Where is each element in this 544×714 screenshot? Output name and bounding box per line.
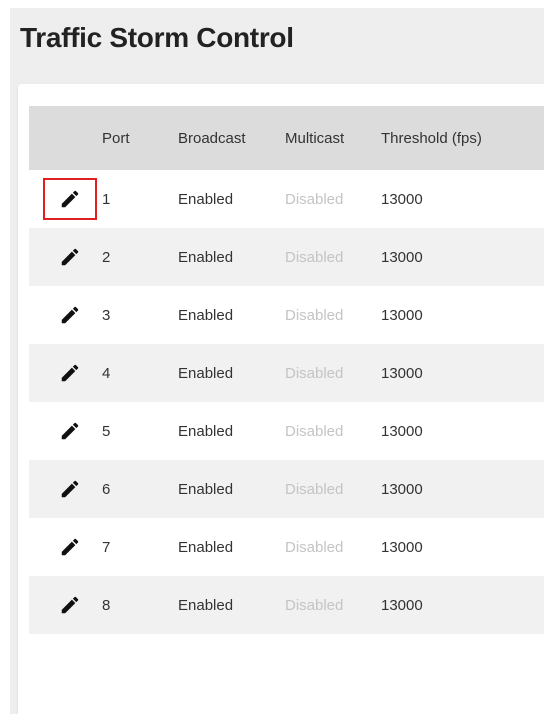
header-broadcast[interactable]: Broadcast [178, 130, 285, 147]
page-title: Traffic Storm Control [20, 22, 294, 53]
storm-control-table: Port Broadcast Multicast Threshold (fps)… [29, 106, 544, 634]
cell-broadcast: Enabled [178, 422, 234, 440]
table-header: Port Broadcast Multicast Threshold (fps) [29, 106, 544, 170]
header-port[interactable]: Port [102, 130, 178, 147]
edit-button[interactable] [43, 468, 97, 510]
table-row: 3 Enabled Disabled 13000 [29, 286, 544, 344]
cell-multicast: Disabled [285, 364, 344, 382]
table-row: 2 Enabled Disabled 13000 [29, 228, 544, 286]
cell-threshold: 13000 [381, 480, 423, 498]
edit-button[interactable] [43, 526, 97, 568]
cell-multicast: Disabled [285, 306, 344, 324]
pencil-icon [61, 422, 79, 440]
cell-broadcast: Enabled [178, 364, 234, 382]
pencil-icon [61, 480, 79, 498]
cell-port: 3 [102, 306, 111, 324]
header-threshold[interactable]: Threshold (fps) [381, 130, 531, 147]
cell-port: 5 [102, 422, 111, 440]
table-row: 1 Enabled Disabled 13000 [29, 170, 544, 228]
cell-threshold: 13000 [381, 364, 423, 382]
edit-button[interactable] [43, 178, 97, 220]
cell-port: 6 [102, 480, 111, 498]
edit-button[interactable] [43, 584, 97, 626]
cell-multicast: Disabled [285, 248, 344, 266]
cell-multicast: Disabled [285, 538, 344, 556]
cell-multicast: Disabled [285, 190, 344, 208]
page-background: Traffic Storm Control Port Broadcast Mul… [10, 8, 544, 714]
cell-threshold: 13000 [381, 596, 423, 614]
cell-port: 7 [102, 538, 111, 556]
cell-multicast: Disabled [285, 480, 344, 498]
pencil-icon [61, 190, 79, 208]
cell-broadcast: Enabled [178, 190, 234, 208]
pencil-icon [61, 248, 79, 266]
cell-port: 1 [102, 190, 111, 208]
cell-threshold: 13000 [381, 190, 423, 208]
pencil-icon [61, 596, 79, 614]
cell-broadcast: Enabled [178, 480, 234, 498]
table-row: 8 Enabled Disabled 13000 [29, 576, 544, 634]
pencil-icon [61, 364, 79, 382]
table-row: 4 Enabled Disabled 13000 [29, 344, 544, 402]
cell-port: 2 [102, 248, 111, 266]
cell-threshold: 13000 [381, 306, 423, 324]
cell-port: 4 [102, 364, 111, 382]
cell-port: 8 [102, 596, 111, 614]
cell-threshold: 13000 [381, 538, 423, 556]
edit-button[interactable] [43, 236, 97, 278]
pencil-icon [61, 306, 79, 324]
table-row: 7 Enabled Disabled 13000 [29, 518, 544, 576]
cell-broadcast: Enabled [178, 596, 234, 614]
cell-broadcast: Enabled [178, 538, 234, 556]
cell-threshold: 13000 [381, 248, 423, 266]
cell-multicast: Disabled [285, 596, 344, 614]
edit-button[interactable] [43, 352, 97, 394]
cell-threshold: 13000 [381, 422, 423, 440]
edit-button[interactable] [43, 294, 97, 336]
cell-multicast: Disabled [285, 422, 344, 440]
header-multicast[interactable]: Multicast [285, 130, 381, 147]
pencil-icon [61, 538, 79, 556]
cell-broadcast: Enabled [178, 306, 234, 324]
edit-button[interactable] [43, 410, 97, 452]
cell-broadcast: Enabled [178, 248, 234, 266]
header-edit [29, 106, 102, 170]
table-row: 6 Enabled Disabled 13000 [29, 460, 544, 518]
table-row: 5 Enabled Disabled 13000 [29, 402, 544, 460]
